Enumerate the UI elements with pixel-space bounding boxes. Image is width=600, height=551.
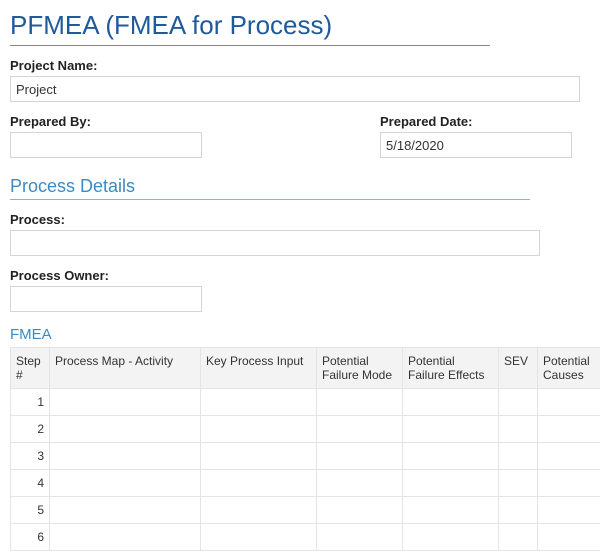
fmea-table: Step # Process Map - Activity Key Proces… — [10, 347, 600, 551]
step-cell: 6 — [11, 524, 50, 551]
col-key-input: Key Process Input — [201, 348, 317, 389]
col-step: Step # — [11, 348, 50, 389]
process-label: Process: — [10, 212, 590, 227]
process-owner-label: Process Owner: — [10, 268, 590, 283]
col-sev: SEV — [499, 348, 538, 389]
table-row: 5 — [11, 497, 600, 524]
table-row: 6 — [11, 524, 600, 551]
step-cell: 5 — [11, 497, 50, 524]
prepared-date-input[interactable] — [380, 132, 572, 158]
col-causes: Potential Causes — [538, 348, 600, 389]
prepared-date-label: Prepared Date: — [380, 114, 572, 129]
step-cell: 4 — [11, 470, 50, 497]
page-title: PFMEA (FMEA for Process) — [10, 10, 490, 46]
fmea-heading: FMEA — [10, 326, 590, 343]
project-name-label: Project Name: — [10, 58, 590, 73]
col-activity: Process Map - Activity — [50, 348, 201, 389]
step-cell: 2 — [11, 416, 50, 443]
project-name-input[interactable] — [10, 76, 580, 102]
table-row: 2 — [11, 416, 600, 443]
table-row: 4 — [11, 470, 600, 497]
process-owner-input[interactable] — [10, 286, 202, 312]
process-details-heading: Process Details — [10, 176, 530, 200]
table-row: 1 — [11, 389, 600, 416]
step-cell: 3 — [11, 443, 50, 470]
prepared-by-label: Prepared By: — [10, 114, 380, 129]
col-failure-effects: Potential Failure Effects — [403, 348, 499, 389]
fmea-body: 1 2 3 4 5 6 — [11, 389, 600, 551]
prepared-by-input[interactable] — [10, 132, 202, 158]
process-input[interactable] — [10, 230, 540, 256]
table-row: 3 — [11, 443, 600, 470]
col-failure-mode: Potential Failure Mode — [317, 348, 403, 389]
step-cell: 1 — [11, 389, 50, 416]
fmea-header-row: Step # Process Map - Activity Key Proces… — [11, 348, 600, 389]
